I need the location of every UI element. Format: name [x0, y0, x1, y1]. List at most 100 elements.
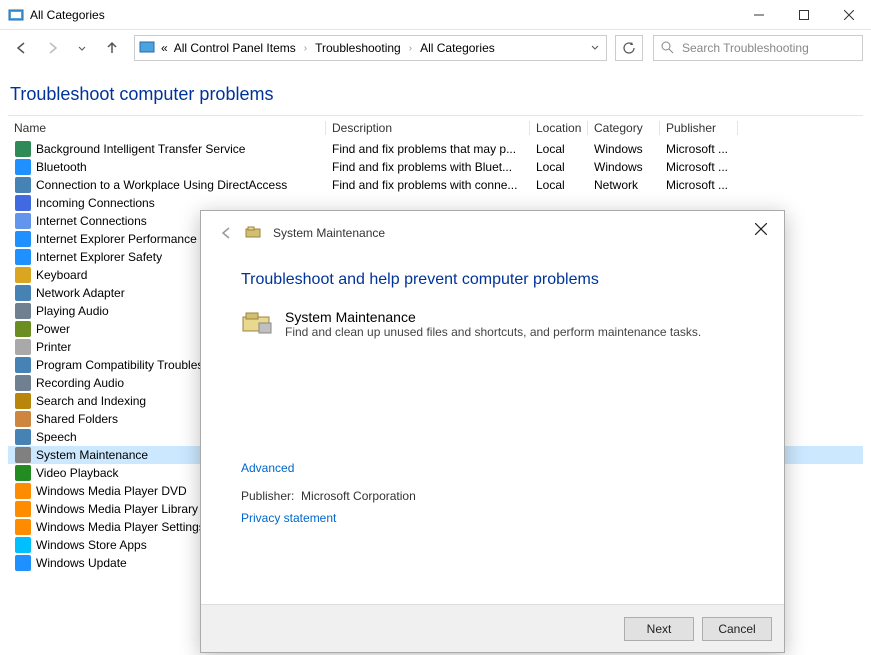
column-name[interactable]: Name	[8, 121, 326, 135]
dialog-close-button[interactable]	[746, 217, 776, 241]
nav-forward-button[interactable]	[38, 34, 66, 62]
item-name: Search and Indexing	[36, 394, 146, 408]
breadcrumb-item[interactable]: All Categories	[420, 41, 495, 55]
item-name: System Maintenance	[36, 448, 148, 462]
dialog-header: System Maintenance	[201, 211, 784, 241]
dialog-header-icon	[245, 225, 263, 241]
column-description[interactable]: Description	[326, 121, 530, 135]
chevron-right-icon: ›	[302, 43, 309, 54]
item-icon	[14, 321, 32, 337]
item-desc: Find and fix problems with Bluet...	[326, 160, 530, 174]
dialog-item-description: Find and clean up unused files and short…	[285, 325, 701, 339]
privacy-statement-link[interactable]: Privacy statement	[241, 511, 336, 525]
item-name: Internet Explorer Safety	[36, 250, 162, 264]
item-name: Background Intelligent Transfer Service	[36, 142, 245, 156]
item-icon	[14, 357, 32, 373]
breadcrumb-prefix: «	[161, 41, 168, 55]
wizard-dialog: System Maintenance Troubleshoot and help…	[200, 210, 785, 653]
publisher-row: Publisher: Microsoft Corporation	[241, 489, 744, 503]
item-icon	[14, 483, 32, 499]
item-icon	[14, 141, 32, 157]
item-icon	[14, 447, 32, 463]
item-name: Video Playback	[36, 466, 119, 480]
column-category[interactable]: Category	[588, 121, 660, 135]
dialog-item-title: System Maintenance	[285, 309, 701, 325]
item-icon	[14, 555, 32, 571]
system-maintenance-icon	[241, 309, 273, 337]
item-icon	[14, 339, 32, 355]
search-input[interactable]: Search Troubleshooting	[653, 35, 863, 61]
breadcrumb-item[interactable]: All Control Panel Items	[174, 41, 296, 55]
table-row[interactable]: Background Intelligent Transfer Service F…	[8, 140, 863, 158]
item-icon	[14, 159, 32, 175]
item-name: Bluetooth	[36, 160, 87, 174]
item-icon	[14, 411, 32, 427]
minimize-button[interactable]	[736, 0, 781, 30]
publisher-value: Microsoft Corporation	[301, 489, 416, 503]
table-row[interactable]: Bluetooth Find and fix problems with Blue…	[8, 158, 863, 176]
close-button[interactable]	[826, 0, 871, 30]
table-row[interactable]: Connection to a Workplace Using DirectAc…	[8, 176, 863, 194]
item-desc: Find and fix problems that may p...	[326, 142, 530, 156]
item-icon	[14, 267, 32, 283]
refresh-button[interactable]	[615, 35, 643, 61]
advanced-link[interactable]: Advanced	[241, 461, 294, 475]
item-name: Internet Connections	[36, 214, 147, 228]
item-name: Playing Audio	[36, 304, 109, 318]
nav-up-button[interactable]	[98, 34, 126, 62]
dialog-item: System Maintenance Find and clean up unu…	[241, 309, 744, 339]
next-button[interactable]: Next	[624, 617, 694, 641]
dialog-back-button[interactable]	[219, 225, 235, 241]
list-header: Name Description Location Category Publi…	[8, 116, 863, 140]
item-icon	[14, 375, 32, 391]
item-pub: Microsoft ...	[660, 160, 738, 174]
navbar: « All Control Panel Items › Troubleshoot…	[0, 30, 871, 66]
item-icon	[14, 285, 32, 301]
item-icon	[14, 501, 32, 517]
address-bar[interactable]: « All Control Panel Items › Troubleshoot…	[134, 35, 607, 61]
nav-back-button[interactable]	[8, 34, 36, 62]
item-cat: Windows	[588, 160, 660, 174]
item-name: Program Compatibility Troubles	[36, 358, 203, 372]
address-dropdown-icon[interactable]	[588, 42, 602, 55]
chevron-right-icon: ›	[407, 43, 414, 54]
column-publisher[interactable]: Publisher	[660, 121, 738, 135]
item-icon	[14, 213, 32, 229]
item-loc: Local	[530, 178, 588, 192]
nav-recent-dropdown[interactable]	[68, 34, 96, 62]
item-name: Power	[36, 322, 70, 336]
item-name: Internet Explorer Performance	[36, 232, 197, 246]
item-name: Windows Update	[36, 556, 127, 570]
item-name: Windows Store Apps	[36, 538, 147, 552]
address-icon	[139, 39, 155, 58]
cancel-button[interactable]: Cancel	[702, 617, 772, 641]
item-name: Recording Audio	[36, 376, 124, 390]
item-loc: Local	[530, 160, 588, 174]
dialog-main-title: Troubleshoot and help prevent computer p…	[241, 271, 744, 289]
item-name: Network Adapter	[36, 286, 125, 300]
item-cat: Windows	[588, 142, 660, 156]
item-icon	[14, 465, 32, 481]
app-icon	[8, 7, 24, 23]
search-icon	[660, 40, 674, 57]
breadcrumb-item[interactable]: Troubleshooting	[315, 41, 401, 55]
item-name: Connection to a Workplace Using DirectAc…	[36, 178, 287, 192]
dialog-header-title: System Maintenance	[273, 226, 385, 240]
page-title: Troubleshoot computer problems	[8, 78, 863, 115]
item-icon	[14, 393, 32, 409]
titlebar: All Categories	[0, 0, 871, 30]
item-name: Windows Media Player DVD	[36, 484, 187, 498]
item-icon	[14, 429, 32, 445]
dialog-body: Troubleshoot and help prevent computer p…	[201, 241, 784, 604]
window-controls	[736, 0, 871, 30]
search-placeholder: Search Troubleshooting	[682, 41, 809, 55]
maximize-button[interactable]	[781, 0, 826, 30]
item-name: Shared Folders	[36, 412, 118, 426]
item-name: Keyboard	[36, 268, 87, 282]
item-desc: Find and fix problems with conne...	[326, 178, 530, 192]
item-icon	[14, 249, 32, 265]
item-icon	[14, 303, 32, 319]
item-icon	[14, 195, 32, 211]
item-cat: Network	[588, 178, 660, 192]
column-location[interactable]: Location	[530, 121, 588, 135]
